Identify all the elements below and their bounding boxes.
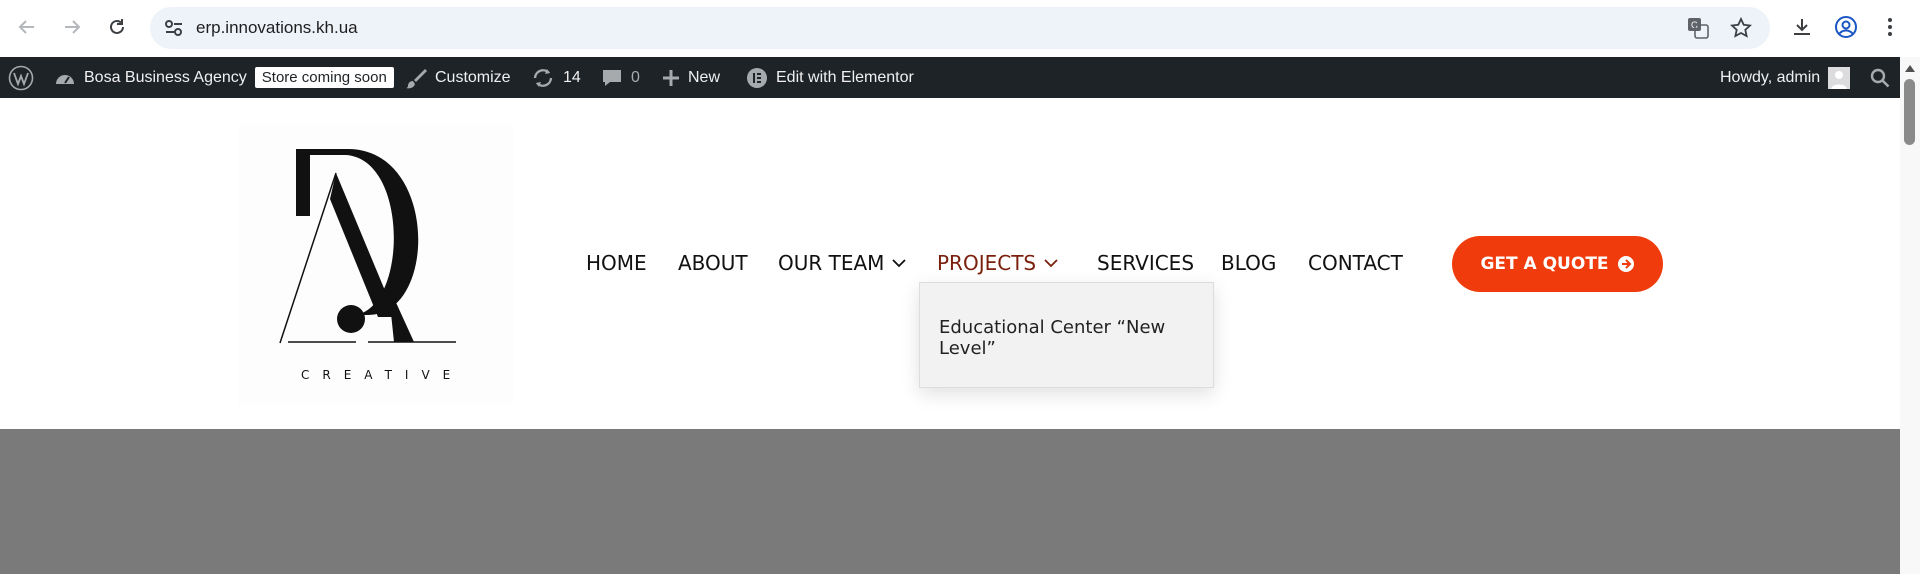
browser-menu-button[interactable]	[1876, 13, 1904, 41]
wp-admin-bar: Bosa Business Agency Store coming soon C…	[0, 57, 1920, 98]
url-text[interactable]: erp.innovations.kh.ua	[196, 18, 358, 38]
projects-dropdown-menu: Educational Center “New Level”	[919, 282, 1214, 388]
account-circle-icon	[1835, 16, 1857, 38]
downloads-button[interactable]	[1788, 13, 1816, 41]
scrollbar-thumb[interactable]	[1904, 79, 1915, 145]
browser-toolbar: erp.innovations.kh.ua G	[0, 0, 1920, 57]
back-arrow-icon	[18, 20, 34, 34]
updates-count: 14	[563, 68, 581, 86]
nav-home-label: HOME	[586, 251, 647, 275]
nav-item-about[interactable]: ABOUT	[678, 246, 748, 280]
reload-button[interactable]	[103, 13, 131, 41]
ad-creative-logo-icon	[238, 125, 513, 405]
page-scrollbar[interactable]	[1900, 57, 1920, 574]
nav-about-label: ABOUT	[678, 251, 748, 275]
bookmark-star-icon[interactable]	[1730, 17, 1752, 39]
wp-site-name[interactable]: Bosa Business Agency Store coming soon	[54, 57, 394, 98]
wp-updates[interactable]: 14	[531, 57, 581, 98]
get-a-quote-label: GET A QUOTE	[1480, 254, 1609, 274]
address-bar[interactable]: erp.innovations.kh.ua G	[150, 7, 1770, 49]
elementor-icon	[747, 67, 767, 88]
chevron-down-icon	[892, 258, 907, 267]
customize-label: Customize	[435, 68, 511, 86]
comment-bubble-icon	[603, 69, 621, 86]
hero-section	[0, 429, 1900, 574]
nav-item-our-team[interactable]: OUR TEAM	[778, 246, 907, 280]
nav-item-contact[interactable]: CONTACT	[1308, 246, 1403, 280]
reload-icon	[110, 19, 124, 34]
search-icon	[1870, 68, 1890, 87]
nav-item-home[interactable]: HOME	[586, 246, 647, 280]
chevron-down-icon	[1044, 258, 1058, 267]
comments-count: 0	[631, 68, 640, 86]
wp-new-content[interactable]: New	[662, 57, 720, 98]
nav-item-projects[interactable]: PROJECTS	[937, 246, 1058, 280]
nav-item-services[interactable]: SERVICES	[1097, 246, 1194, 280]
site-settings-icon[interactable]	[164, 19, 184, 37]
site-logo[interactable]: CREATIVE	[238, 125, 513, 405]
forward-arrow-icon	[65, 20, 81, 34]
dropdown-item-educational-center[interactable]: Educational Center “New Level”	[939, 317, 1213, 359]
elementor-label: Edit with Elementor	[776, 68, 914, 86]
nav-services-label: SERVICES	[1097, 251, 1195, 275]
wp-logo-menu[interactable]	[8, 57, 34, 98]
dashboard-gauge-icon	[56, 74, 74, 84]
nav-blog-label: BLOG	[1221, 251, 1277, 275]
updates-refresh-icon	[533, 68, 553, 87]
paintbrush-icon	[406, 68, 427, 88]
wp-customize[interactable]: Customize	[405, 57, 511, 98]
new-label: New	[688, 68, 721, 86]
translate-icon[interactable]: G	[1687, 17, 1709, 39]
wp-search[interactable]	[1870, 57, 1890, 98]
wp-comments[interactable]: 0	[601, 57, 640, 98]
forward-button[interactable]	[58, 13, 86, 41]
user-avatar-icon	[1828, 66, 1851, 89]
nav-our-team-label: OUR TEAM	[778, 251, 885, 275]
wp-my-account[interactable]: Howdy, admin	[1720, 57, 1851, 98]
download-icon	[1794, 19, 1810, 35]
nav-contact-label: CONTACT	[1308, 251, 1403, 275]
plus-icon	[663, 69, 679, 86]
wp-edit-with-elementor[interactable]: Edit with Elementor	[746, 57, 914, 98]
nav-projects-label: PROJECTS	[937, 251, 1037, 275]
profile-button[interactable]	[1832, 13, 1860, 41]
howdy-text: Howdy, admin	[1720, 68, 1821, 86]
get-a-quote-button[interactable]: GET A QUOTE	[1452, 236, 1663, 292]
more-vertical-icon	[1888, 18, 1892, 36]
store-coming-soon-badge[interactable]: Store coming soon	[254, 67, 394, 88]
nav-item-blog[interactable]: BLOG	[1221, 246, 1276, 280]
arrow-circle-right-icon	[1617, 256, 1634, 272]
site-name-text: Bosa Business Agency	[84, 68, 247, 86]
logo-text: CREATIVE	[301, 368, 464, 382]
back-button[interactable]	[13, 13, 41, 41]
wordpress-logo-icon	[8, 65, 34, 90]
scroll-up-arrow-icon[interactable]	[1905, 65, 1915, 72]
